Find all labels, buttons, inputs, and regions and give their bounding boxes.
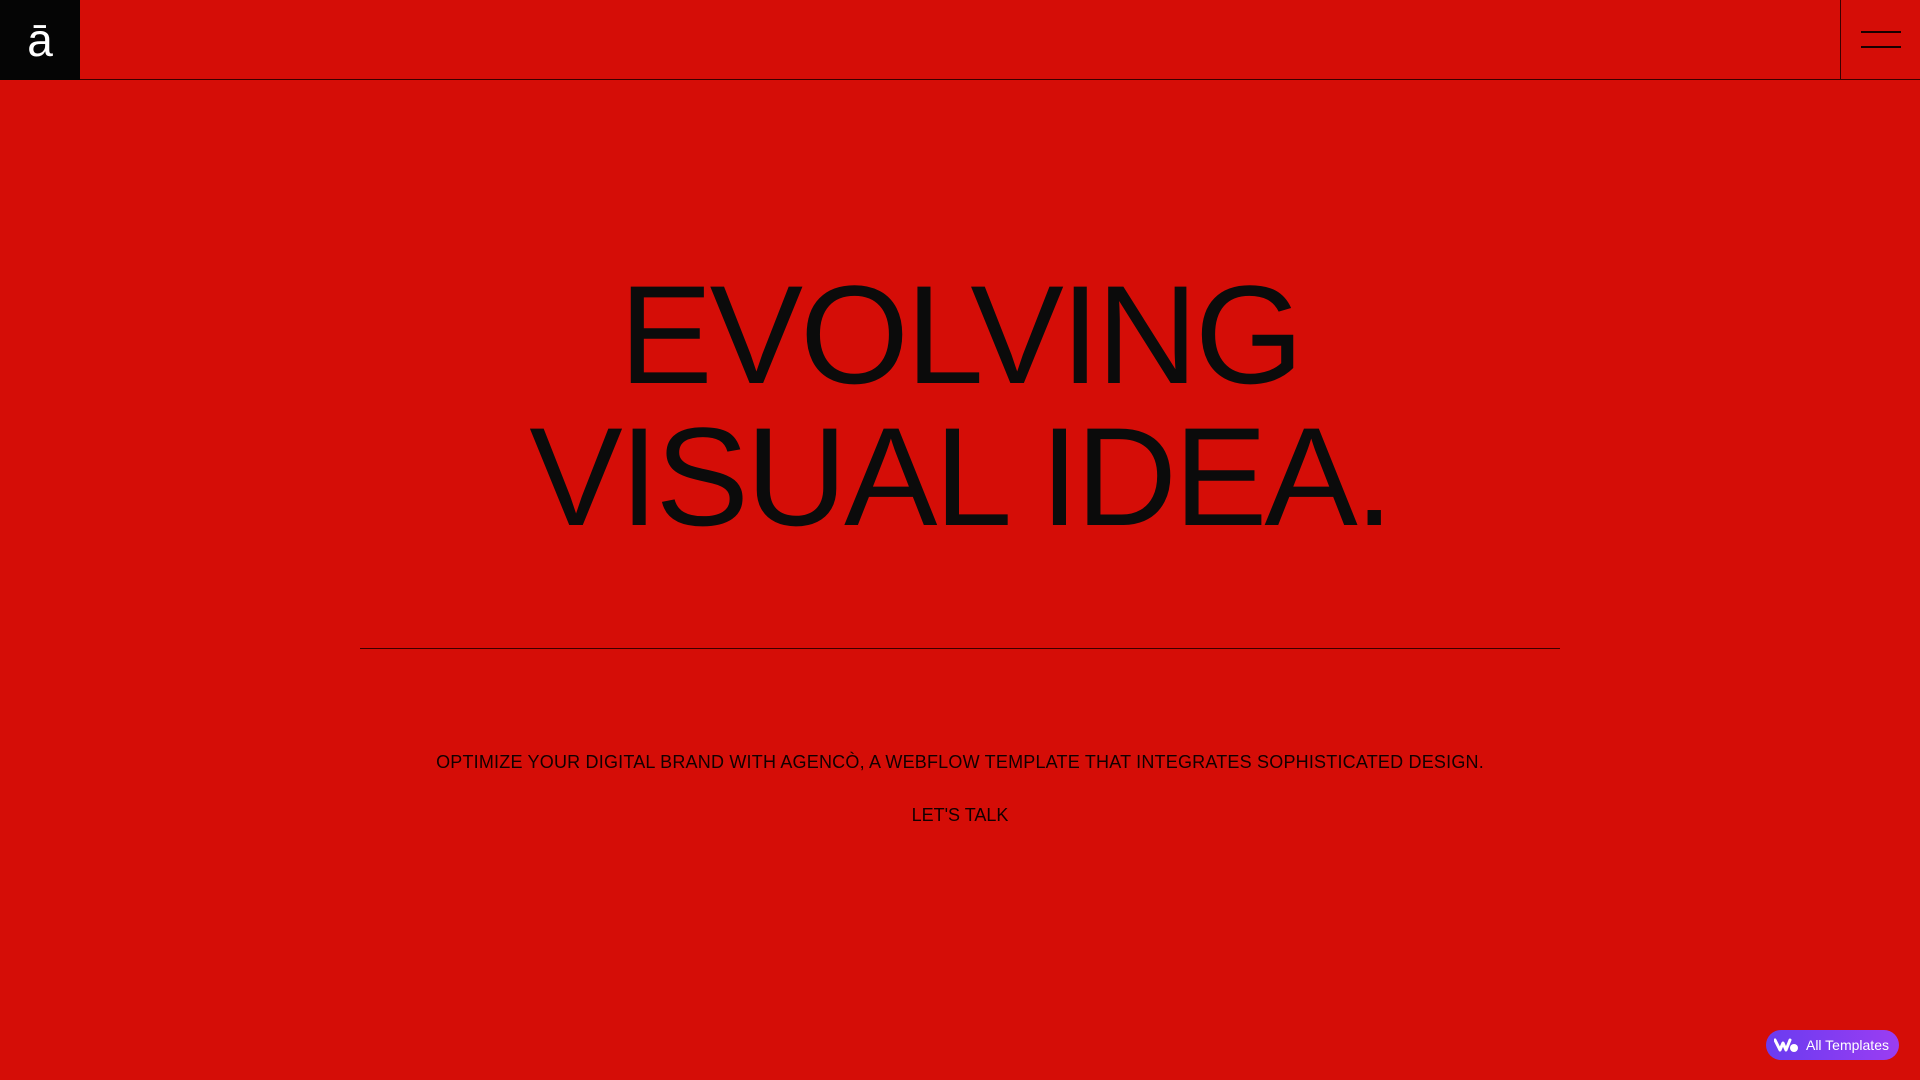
hero-heading-line-2: VISUAL IDEA. — [529, 398, 1393, 555]
webflow-logo-icon — [1773, 1037, 1800, 1053]
all-templates-label: All Templates — [1805, 1037, 1889, 1053]
all-templates-button[interactable]: All Templates — [1765, 1030, 1899, 1060]
divider — [360, 648, 1560, 649]
menu-button[interactable] — [1840, 0, 1920, 80]
top-bar: ā — [0, 0, 1920, 80]
hero-tagline: OPTIMIZE YOUR DIGITAL BRAND WITH AGENCÒ,… — [436, 752, 1484, 772]
lets-talk-link[interactable]: LET'S TALK — [912, 805, 1009, 825]
logo-home-link[interactable]: ā — [0, 0, 80, 80]
cta-container: LET'S TALK — [0, 805, 1920, 826]
page: ā EVOLVING VISUAL IDEA. OPTIMIZE YOUR DI… — [0, 0, 1920, 1080]
hero-heading: EVOLVING VISUAL IDEA. — [0, 264, 1920, 548]
hero-heading-line-1: EVOLVING — [619, 256, 1303, 413]
